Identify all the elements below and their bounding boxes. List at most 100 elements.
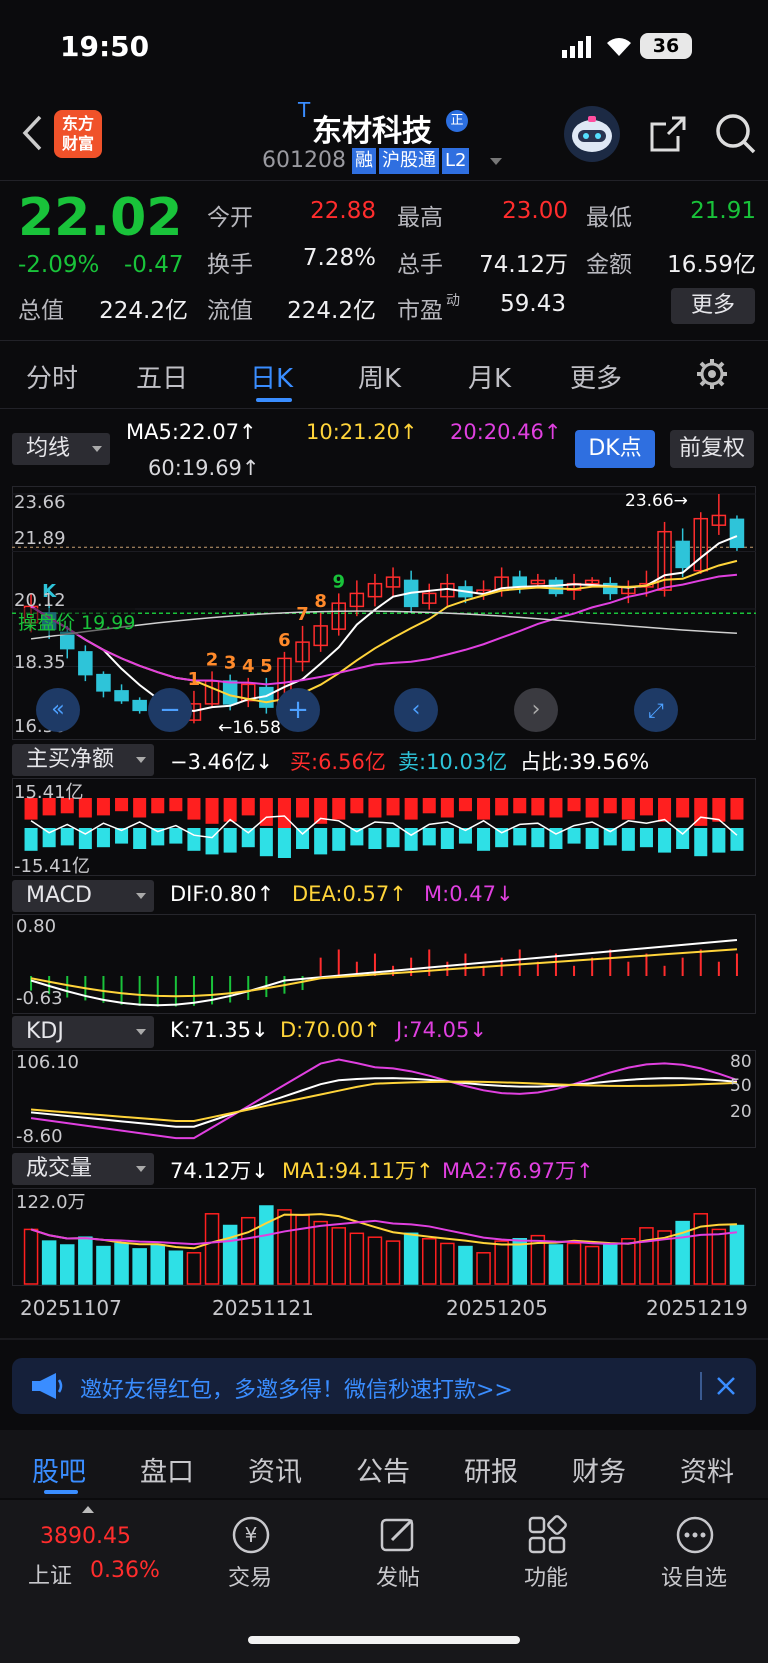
quote-label-3: 换手 <box>207 252 253 278</box>
vol-top-label: 122.0万 <box>16 1192 86 1213</box>
net-sell-bar <box>368 828 382 849</box>
net-sell-bar <box>639 828 653 848</box>
signal-mark: 5 <box>260 656 273 677</box>
net-sell-bar <box>477 828 491 851</box>
net-buy-bar <box>549 798 563 818</box>
net-sell-bar <box>621 828 635 851</box>
app-logo: 东方 财富 <box>54 110 102 158</box>
fq-button[interactable]: 前复权 <box>670 430 754 468</box>
net-sell-bar <box>350 828 364 846</box>
tab-intraday[interactable]: 分时 <box>26 358 78 395</box>
low-marker: ←16.58 <box>218 718 281 738</box>
net-buy-bar <box>495 798 509 816</box>
vol-bar <box>96 1245 111 1285</box>
more-button[interactable]: 更多 <box>671 288 755 324</box>
share-icon[interactable] <box>648 114 688 158</box>
macd-selector[interactable]: MACD <box>12 880 154 912</box>
signal-mark: 2 <box>206 649 219 670</box>
quote-label-0: 今开 <box>207 205 253 231</box>
function-icon[interactable] <box>512 1514 582 1560</box>
net-buy-bar <box>676 798 690 818</box>
quote-value-5: 16.59亿 <box>667 252 756 278</box>
ma60-line <box>30 610 737 640</box>
banner-text: 邀好友得红包，多邀多得！微信秒速打款>> <box>80 1378 513 1403</box>
back-icon[interactable] <box>20 113 44 157</box>
net-sell-bar <box>440 828 454 849</box>
status-time: 19:50 <box>60 30 150 63</box>
tab-news[interactable]: 资讯 <box>248 1450 302 1489</box>
zoom-out-icon[interactable]: − <box>148 688 192 732</box>
date-label-3: 20251205 <box>446 1296 548 1320</box>
candle <box>729 518 745 549</box>
post-icon[interactable] <box>364 1514 434 1560</box>
tab-daily-k[interactable]: 日K <box>250 358 293 395</box>
net-buy-bar <box>386 798 400 816</box>
net-buy-bar <box>96 798 110 816</box>
fullscreen-icon[interactable]: ⤢ <box>634 688 678 732</box>
tab-monthly-k[interactable]: 月K <box>468 358 511 395</box>
net-sell-bar <box>585 828 599 849</box>
trade-icon[interactable]: ¥ <box>216 1514 286 1560</box>
net-sell-bar <box>513 828 527 846</box>
kdj-selector[interactable]: KDJ <box>12 1016 154 1048</box>
net-buy-bar <box>477 798 491 820</box>
function-label[interactable]: 功能 <box>501 1560 591 1592</box>
kdj-k: K:71.35↓ <box>170 1018 269 1042</box>
dk-button[interactable]: DK点 <box>575 430 655 468</box>
tab-weekly-k[interactable]: 周K <box>358 358 401 395</box>
watchlist-label[interactable]: 设自选 <box>649 1560 739 1592</box>
tab-guba[interactable]: 股吧 <box>32 1450 86 1489</box>
ma-selector[interactable]: 均线 <box>12 433 110 465</box>
candle <box>512 576 528 588</box>
j-line <box>30 1058 738 1140</box>
trade-label[interactable]: 交易 <box>205 1560 295 1592</box>
vol-bar <box>222 1224 238 1285</box>
tab-more[interactable]: 更多 <box>570 358 622 395</box>
tab-research[interactable]: 研报 <box>464 1450 518 1489</box>
date-label-1: 20251107 <box>20 1296 122 1320</box>
tab-profile[interactable]: 资料 <box>680 1450 734 1489</box>
post-label[interactable]: 发帖 <box>353 1560 443 1592</box>
net-sell-bar <box>187 828 201 851</box>
tab-pankou[interactable]: 盘口 <box>140 1450 194 1489</box>
net-selector[interactable]: 主买净额 <box>12 744 154 776</box>
net-bottom-label: -15.41亿 <box>14 856 91 877</box>
settings-icon[interactable] <box>696 358 728 394</box>
scroll-left-icon[interactable]: « <box>36 688 80 732</box>
net-buy: 买:6.56亿 <box>290 750 386 774</box>
index-name[interactable]: 上证 <box>28 1558 72 1590</box>
signal-mark: 3 <box>224 653 237 674</box>
kdj-bottom-label: -8.60 <box>16 1126 63 1147</box>
net-buy-bar <box>115 798 129 812</box>
quote-label-7: 流值 <box>207 298 253 324</box>
candle <box>114 690 129 702</box>
signal-mark: 4 <box>242 656 255 677</box>
vol-bar <box>494 1240 509 1285</box>
vol-bar <box>41 1240 57 1285</box>
dropdown-icon[interactable] <box>490 158 502 165</box>
vol-selector[interactable]: 成交量 <box>12 1153 154 1185</box>
vol-bar <box>421 1238 437 1285</box>
price-label-2: 21.89 <box>14 528 66 549</box>
net-buy-bar <box>422 798 436 814</box>
index-expand-icon[interactable] <box>82 1506 94 1513</box>
robot-avatar-icon[interactable] <box>564 106 620 162</box>
net-buy-bar <box>350 798 364 814</box>
tag-margin: 融 <box>352 148 376 174</box>
zoom-in-icon[interactable]: + <box>276 688 320 732</box>
tab-finance[interactable]: 财务 <box>572 1450 626 1489</box>
watchlist-icon[interactable] <box>660 1514 730 1560</box>
tab-announce[interactable]: 公告 <box>356 1450 410 1489</box>
pe-sup: 动 <box>446 293 460 309</box>
search-icon[interactable] <box>714 112 758 160</box>
signal-mark: 6 <box>278 630 291 651</box>
index-value[interactable]: 3890.45 <box>40 1524 131 1549</box>
close-icon[interactable] <box>714 1374 738 1402</box>
svg-text:¥: ¥ <box>245 1523 258 1547</box>
net-buy-bar <box>658 798 672 822</box>
next-icon[interactable]: › <box>514 688 558 732</box>
prev-icon[interactable]: ‹ <box>394 688 438 732</box>
tab-five-day[interactable]: 五日 <box>136 358 188 395</box>
vol-bar <box>566 1242 582 1285</box>
index-pct[interactable]: 0.36% <box>90 1558 160 1583</box>
